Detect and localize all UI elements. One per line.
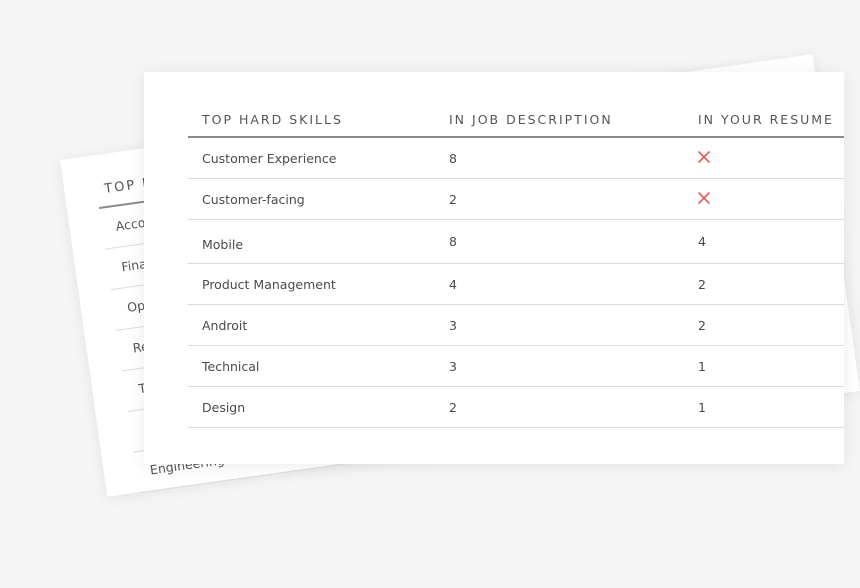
job-count: 3: [449, 318, 457, 333]
job-count: 8: [449, 151, 457, 166]
resume-count: 1: [698, 400, 706, 415]
x-icon: [698, 151, 710, 163]
skill-name: Product Management: [202, 277, 336, 292]
header-top-hard-skills: TOP HARD SKILLS: [202, 112, 343, 127]
table-row: Design 2 1: [188, 387, 844, 428]
job-count: 2: [449, 192, 457, 207]
table-row: Customer Experience 8: [188, 138, 844, 179]
resume-count: 2: [698, 318, 706, 333]
table-row: Customer-facing 2: [188, 179, 844, 220]
skills-card: TOP HARD SKILLS IN JOB DESCRIPTION IN YO…: [144, 72, 844, 464]
job-count: 8: [449, 234, 457, 249]
table-header: TOP HARD SKILLS IN JOB DESCRIPTION IN YO…: [188, 100, 844, 138]
skill-name: Technical: [202, 359, 260, 374]
table-row: Technical 3 1: [188, 346, 844, 387]
table-row: Product Management 4 2: [188, 264, 844, 305]
skill-name: Customer Experience: [202, 151, 337, 166]
job-count: 3: [449, 359, 457, 374]
resume-count: 1: [698, 359, 706, 374]
table-row: Androit 3 2: [188, 305, 844, 346]
header-in-your-resume: IN YOUR RESUME: [698, 112, 834, 127]
x-icon: [698, 192, 710, 204]
skills-table: TOP HARD SKILLS IN JOB DESCRIPTION IN YO…: [188, 100, 844, 428]
table-row: Mobile 8 4: [188, 220, 844, 264]
skill-name: Customer-facing: [202, 192, 305, 207]
job-count: 2: [449, 400, 457, 415]
job-count: 4: [449, 277, 457, 292]
resume-count: 4: [698, 234, 706, 249]
header-in-job-description: IN JOB DESCRIPTION: [449, 112, 613, 127]
skill-name: Mobile: [202, 237, 244, 252]
resume-count: 2: [698, 277, 706, 292]
skill-name: Androit: [202, 318, 248, 333]
skill-name: Design: [202, 400, 246, 415]
